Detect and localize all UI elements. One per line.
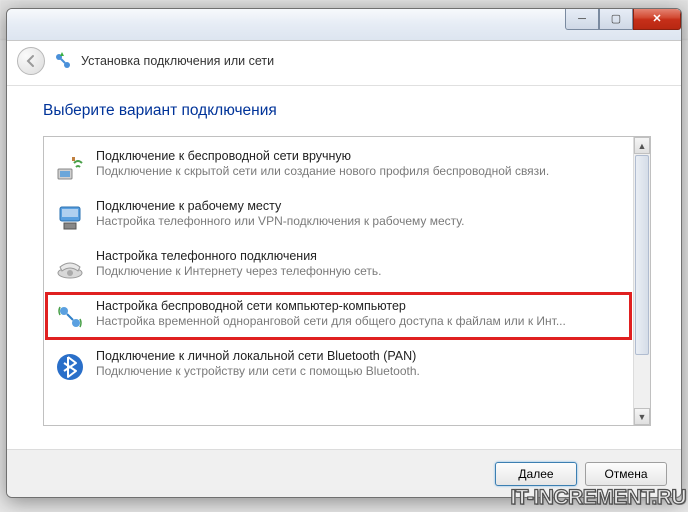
next-button[interactable]: Далее bbox=[495, 462, 577, 486]
option-title: Подключение к беспроводной сети вручную bbox=[96, 149, 623, 163]
back-button[interactable] bbox=[17, 47, 45, 75]
scroll-thumb[interactable] bbox=[635, 155, 649, 355]
header-row: Установка подключения или сети bbox=[7, 41, 681, 86]
option-title: Настройка телефонного подключения bbox=[96, 249, 623, 263]
option-adhoc[interactable]: Настройка беспроводной сети компьютер-ко… bbox=[46, 293, 631, 339]
close-button[interactable]: ✕ bbox=[633, 8, 681, 30]
dialup-icon bbox=[54, 251, 86, 283]
option-bluetooth[interactable]: Подключение к личной локальной сети Blue… bbox=[44, 341, 633, 391]
option-desc: Подключение к скрытой сети или создание … bbox=[96, 164, 623, 178]
watermark: IT-INCREMENT.RU bbox=[510, 486, 686, 510]
content-area: Выберите вариант подключения По bbox=[7, 86, 681, 449]
option-title: Настройка беспроводной сети компьютер-ко… bbox=[96, 299, 623, 313]
window-title: Установка подключения или сети bbox=[81, 54, 274, 68]
scroll-down-arrow-icon[interactable]: ▼ bbox=[634, 408, 650, 425]
titlebar: ─ ▢ ✕ bbox=[7, 9, 681, 41]
option-workplace[interactable]: Подключение к рабочему месту Настройка т… bbox=[44, 191, 633, 241]
option-wifi-manual[interactable]: Подключение к беспроводной сети вручную … bbox=[44, 141, 633, 191]
option-title: Подключение к личной локальной сети Blue… bbox=[96, 349, 623, 363]
window-controls: ─ ▢ ✕ bbox=[565, 8, 681, 30]
option-desc: Подключение к Интернету через телефонную… bbox=[96, 264, 623, 278]
options-list: Подключение к беспроводной сети вручную … bbox=[43, 136, 651, 426]
vertical-scrollbar[interactable]: ▲ ▼ bbox=[633, 137, 650, 425]
option-desc: Настройка временной одноранговой сети дл… bbox=[96, 314, 623, 328]
page-heading: Выберите вариант подключения bbox=[43, 102, 651, 120]
options-scroll: Подключение к беспроводной сети вручную … bbox=[44, 137, 633, 425]
option-desc: Настройка телефонного или VPN-подключени… bbox=[96, 214, 623, 228]
option-dialup[interactable]: Настройка телефонного подключения Подклю… bbox=[44, 241, 633, 291]
option-title: Подключение к рабочему месту bbox=[96, 199, 623, 213]
cancel-button[interactable]: Отмена bbox=[585, 462, 667, 486]
back-arrow-icon bbox=[24, 54, 38, 68]
workplace-icon bbox=[54, 201, 86, 233]
wifi-manual-icon bbox=[54, 151, 86, 183]
scroll-up-arrow-icon[interactable]: ▲ bbox=[634, 137, 650, 154]
adhoc-icon bbox=[54, 301, 86, 333]
minimize-button[interactable]: ─ bbox=[565, 8, 599, 30]
option-desc: Подключение к устройству или сети с помо… bbox=[96, 364, 623, 378]
wizard-icon bbox=[53, 51, 73, 71]
bluetooth-icon bbox=[54, 351, 86, 383]
maximize-button[interactable]: ▢ bbox=[599, 8, 633, 30]
wizard-window: ─ ▢ ✕ Установка подключения или сети Выб… bbox=[6, 8, 682, 498]
